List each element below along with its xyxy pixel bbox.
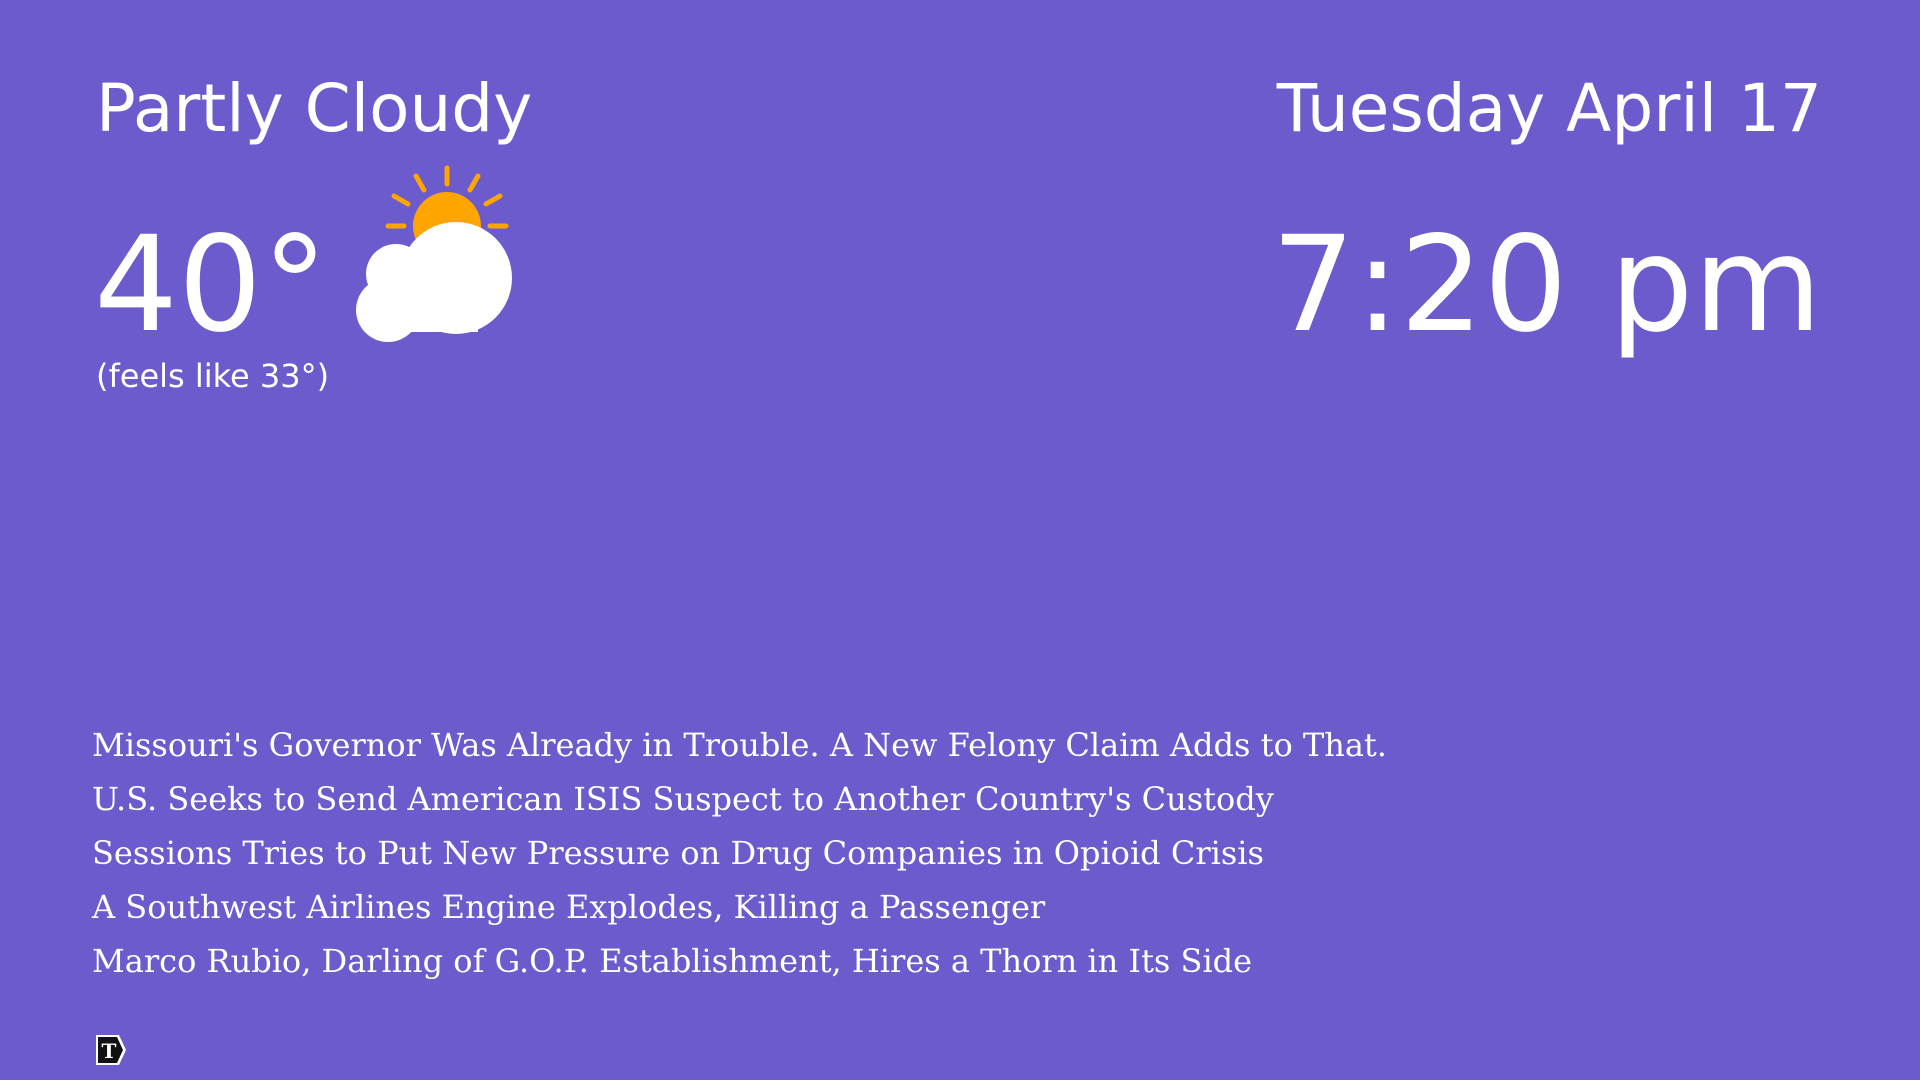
partly-cloudy-icon xyxy=(350,160,520,350)
news-headlines: Missouri's Governor Was Already in Troub… xyxy=(92,718,1387,988)
headline-item[interactable]: Missouri's Governor Was Already in Troub… xyxy=(92,718,1387,772)
current-time: 7:20 pm xyxy=(1271,208,1822,362)
headline-item[interactable]: A Southwest Airlines Engine Explodes, Ki… xyxy=(92,880,1387,934)
weather-condition: Partly Cloudy xyxy=(96,70,533,147)
nyt-logo-icon: T xyxy=(95,1035,127,1065)
current-date: Tuesday April 17 xyxy=(1276,70,1822,147)
current-temperature: 40° xyxy=(94,208,328,362)
weather-news-display: Partly Cloudy Tuesday April 17 40° (feel… xyxy=(0,0,1920,1080)
headline-item[interactable]: Marco Rubio, Darling of G.O.P. Establish… xyxy=(92,934,1387,988)
feels-like-temperature: (feels like 33°) xyxy=(96,357,330,395)
headline-item[interactable]: U.S. Seeks to Send American ISIS Suspect… xyxy=(92,772,1387,826)
svg-text:T: T xyxy=(102,1039,117,1063)
headline-item[interactable]: Sessions Tries to Put New Pressure on Dr… xyxy=(92,826,1387,880)
